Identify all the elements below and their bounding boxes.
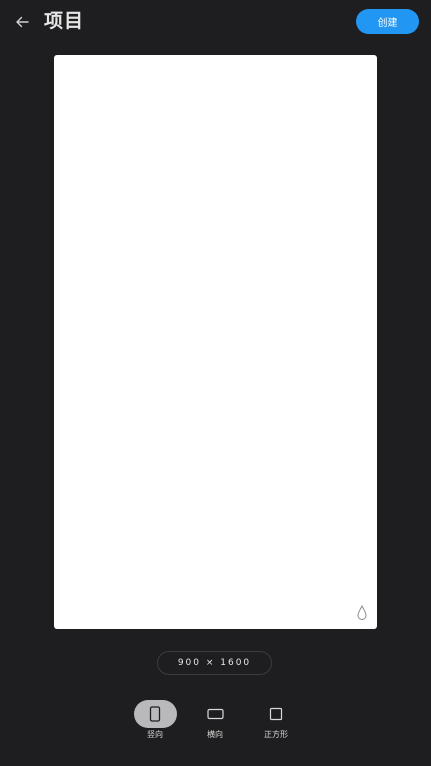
square-icon	[269, 707, 283, 721]
page-title: 项目	[44, 10, 85, 32]
create-button[interactable]: 创建	[356, 9, 419, 34]
project-create-screen: 项目 创建 900 × 1600 竖向 横向 正方形	[0, 0, 431, 766]
color-drop-icon[interactable]	[356, 605, 368, 621]
landscape-label: 横向	[207, 730, 223, 739]
orientation-landscape-button[interactable]: 横向	[185, 700, 245, 740]
back-button[interactable]	[10, 10, 34, 34]
portrait-label: 竖向	[147, 730, 163, 739]
square-option-pill	[255, 700, 298, 728]
square-label: 正方形	[264, 730, 288, 739]
canvas-size-button[interactable]: 900 × 1600	[157, 651, 272, 675]
landscape-icon	[206, 708, 224, 720]
portrait-icon	[149, 706, 161, 722]
canvas-preview[interactable]	[54, 55, 377, 629]
portrait-option-pill	[133, 700, 177, 728]
landscape-option-pill	[194, 700, 237, 728]
orientation-portrait-button[interactable]: 竖向	[125, 700, 185, 740]
arrow-left-icon	[16, 16, 29, 28]
orientation-square-button[interactable]: 正方形	[246, 700, 306, 740]
